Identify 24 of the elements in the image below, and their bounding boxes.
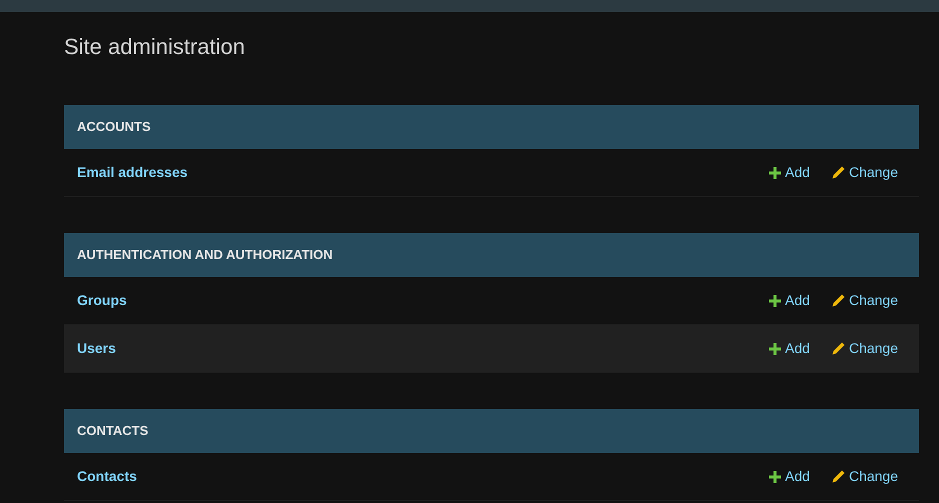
change-link[interactable]: Change <box>832 162 898 183</box>
module-header: CONTACTS <box>64 409 919 453</box>
plus-icon <box>769 470 782 482</box>
change-link[interactable]: Change <box>832 338 898 359</box>
pencil-icon <box>832 342 845 355</box>
model-link[interactable]: Groups <box>77 290 770 311</box>
add-link[interactable]: Add <box>769 466 810 487</box>
plus-icon <box>769 342 782 354</box>
add-link[interactable]: Add <box>769 338 810 359</box>
model-link[interactable]: Email addresses <box>77 162 770 183</box>
module-header: AUTHENTICATION AND AUTHORIZATION <box>64 233 919 277</box>
pencil-icon <box>832 166 845 179</box>
pencil-icon <box>832 470 845 483</box>
model-link[interactable]: Contacts <box>77 466 770 487</box>
add-link[interactable]: Add <box>769 290 810 311</box>
model-link[interactable]: Users <box>77 338 770 359</box>
pencil-icon <box>832 294 845 307</box>
page-title: Site administration <box>64 33 246 61</box>
change-link[interactable]: Change <box>832 290 898 311</box>
module-header: ACCOUNTS <box>64 105 919 149</box>
plus-icon <box>769 294 782 306</box>
add-link[interactable]: Add <box>769 162 810 183</box>
plus-icon <box>769 166 782 178</box>
change-link[interactable]: Change <box>832 466 898 487</box>
